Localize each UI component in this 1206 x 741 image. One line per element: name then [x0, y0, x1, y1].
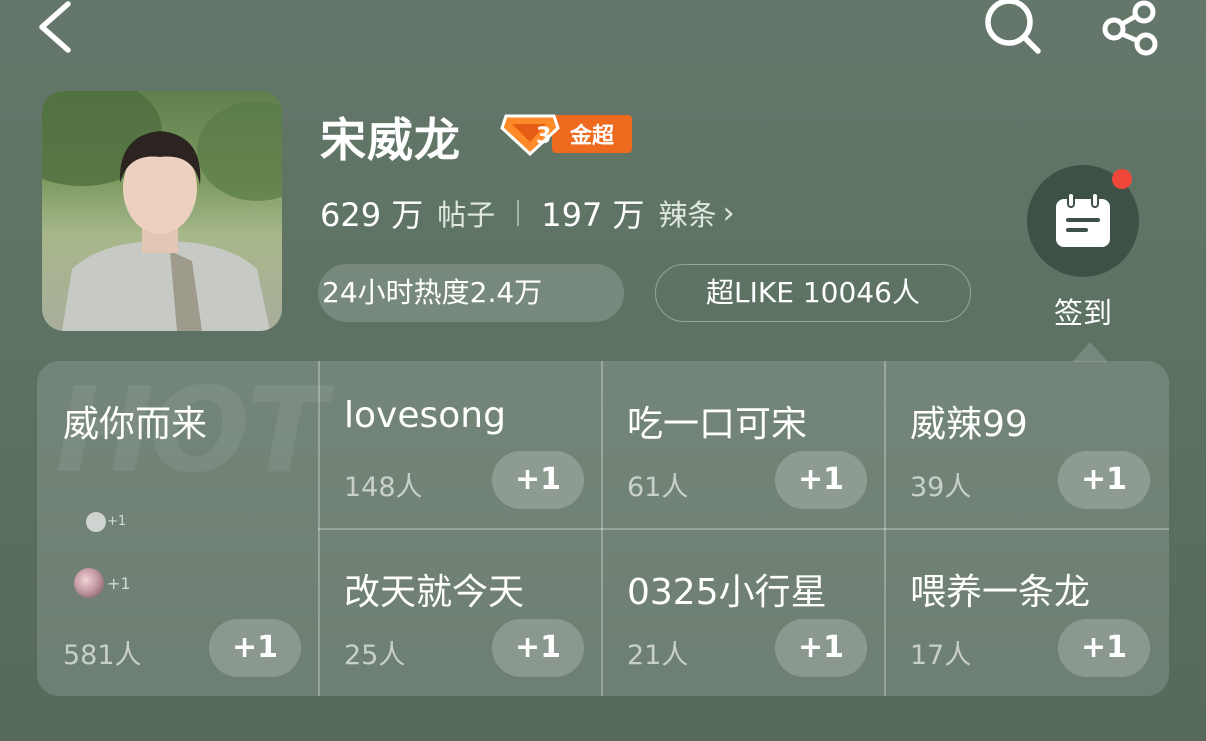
join-button[interactable]: +1	[775, 619, 867, 677]
fan-groups-panel: HOT 威你而来 +1 +1 581人 +1 lovesong 148人 +1 …	[37, 361, 1169, 696]
member-plus-label: +1	[107, 574, 131, 593]
group-name: lovesong	[344, 395, 506, 436]
avatar-image	[42, 91, 282, 331]
level-number: 3	[536, 124, 552, 149]
group-card[interactable]: 吃一口可宋 61人 +1	[601, 361, 884, 528]
page-title: 宋威龙	[320, 113, 461, 167]
group-name: 吃一口可宋	[627, 404, 808, 445]
checkin-label: 签到	[1053, 296, 1112, 330]
member-avatar	[86, 512, 106, 532]
group-count: 25人	[344, 640, 406, 671]
join-button[interactable]: +1	[1058, 619, 1150, 677]
member-plus-label: +1	[107, 514, 127, 529]
join-button[interactable]: +1	[775, 451, 867, 509]
stats-row: 629 万 帖子 197 万 辣条 ›	[320, 190, 735, 236]
group-card[interactable]: lovesong 148人 +1	[318, 361, 601, 528]
group-count: 61人	[627, 472, 689, 503]
search-button[interactable]	[980, 0, 1046, 58]
member-avatar	[74, 568, 104, 598]
chevron-left-icon	[39, 1, 71, 53]
group-name: 喂养一条龙	[910, 572, 1091, 613]
group-count: 39人	[910, 472, 972, 503]
featured-group-count: 581人	[63, 640, 142, 671]
share-button[interactable]	[1100, 0, 1164, 58]
heat-pill[interactable]: 24小时热度2.4万	[318, 264, 624, 322]
avatar[interactable]	[42, 91, 282, 331]
group-count: 21人	[627, 640, 689, 671]
group-count: 17人	[910, 640, 972, 671]
group-card[interactable]: 改天就今天 25人 +1	[318, 529, 601, 696]
popover-pointer	[1072, 342, 1108, 362]
group-card[interactable]: 威辣99 39人 +1	[884, 361, 1167, 528]
posts-count: 629 万	[320, 196, 424, 234]
group-name: 0325小行星	[627, 572, 827, 613]
join-button[interactable]: +1	[492, 451, 584, 509]
join-button[interactable]: +1	[1058, 451, 1150, 509]
back-button[interactable]	[30, 0, 78, 56]
calendar-icon	[1056, 192, 1110, 247]
featured-group-name: 威你而来	[63, 404, 208, 445]
stats-divider	[517, 200, 520, 226]
join-button[interactable]: +1	[209, 619, 301, 677]
group-name: 改天就今天	[344, 572, 525, 613]
join-button[interactable]: +1	[492, 619, 584, 677]
group-name: 威辣99	[910, 404, 1028, 445]
share-icon	[1102, 0, 1158, 56]
tier-label: 金超	[552, 115, 632, 153]
level-badge[interactable]: 金超 3	[500, 112, 632, 156]
fans-count: 197 万	[541, 196, 645, 234]
search-icon	[985, 0, 1041, 54]
featured-group-card[interactable]: 威你而来 +1 +1 581人 +1	[37, 361, 318, 696]
super-like-pill[interactable]: 超LIKE 10046人	[655, 264, 971, 322]
chevron-right-icon[interactable]: ›	[723, 196, 735, 231]
group-card[interactable]: 0325小行星 21人 +1	[601, 529, 884, 696]
posts-label: 帖子	[437, 198, 496, 232]
notification-dot	[1112, 169, 1132, 189]
fans-label[interactable]: 辣条	[659, 192, 717, 234]
group-card[interactable]: 喂养一条龙 17人 +1	[884, 529, 1167, 696]
group-count: 148人	[344, 472, 423, 503]
